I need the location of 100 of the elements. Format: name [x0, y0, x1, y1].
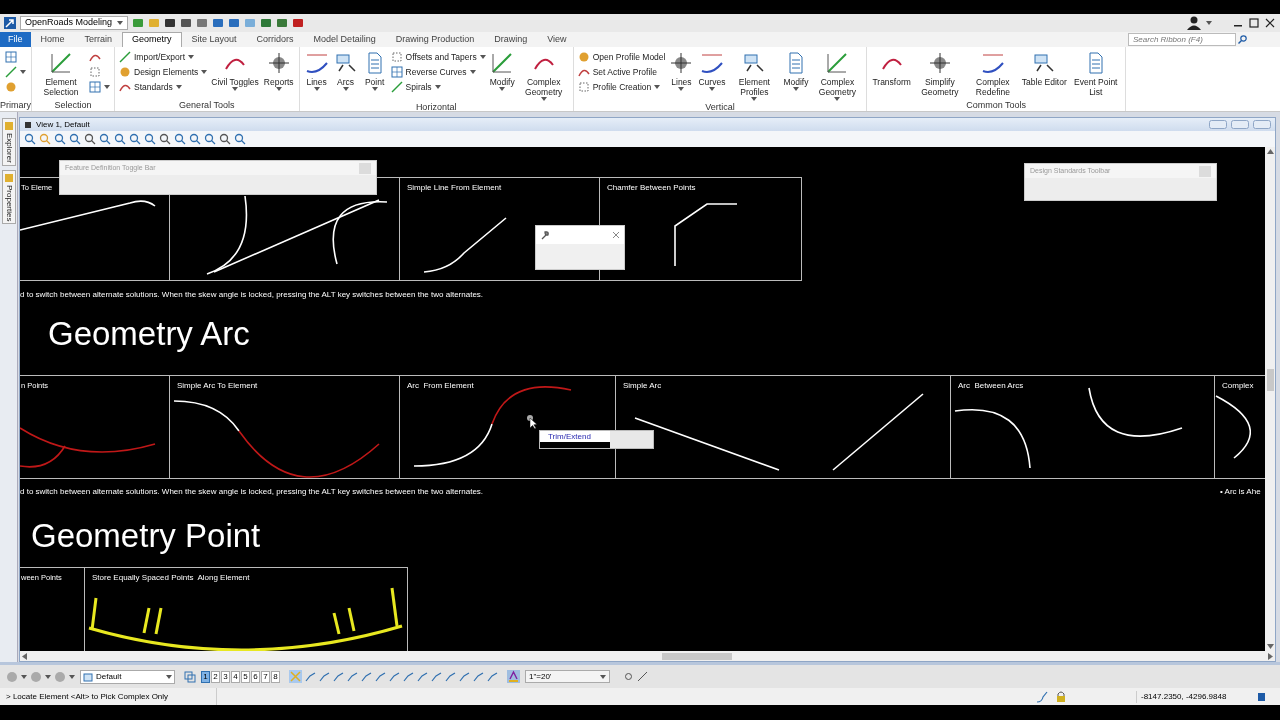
view-number-button[interactable]: 6	[251, 670, 260, 683]
view-menu-icon[interactable]	[24, 120, 32, 129]
tool-button[interactable]: Profile Creation	[577, 81, 666, 93]
view-tool-icon[interactable]	[234, 133, 246, 145]
group-label: Horizontal	[414, 101, 458, 113]
tool-button[interactable]: Complex Redefine	[967, 51, 1018, 97]
view-tool-icon[interactable]	[84, 133, 96, 145]
snap-mode-icon[interactable]	[403, 671, 414, 682]
settings-icon[interactable]	[623, 671, 634, 682]
user-icon[interactable]	[1186, 16, 1202, 30]
view-tool-icon[interactable]	[204, 133, 216, 145]
view-tool-icon[interactable]	[174, 133, 186, 145]
side-panel-tab[interactable]: Properties	[1, 169, 16, 225]
snap-mode-icon[interactable]	[375, 671, 386, 682]
tool-button[interactable]: Set Active Profile	[577, 66, 666, 78]
view-number-button[interactable]: 5	[241, 670, 250, 683]
view-number-button[interactable]: 1	[201, 670, 210, 683]
tool-button[interactable]: Civil Toggles	[210, 51, 260, 91]
toolbar-icon[interactable]	[180, 17, 192, 29]
tool-button[interactable]: Arcs	[332, 51, 359, 91]
snap-mode-icon[interactable]	[347, 671, 358, 682]
tool-button[interactable]: Standards	[119, 81, 208, 93]
tool-button[interactable]: Complex Geometry	[812, 51, 863, 101]
snap-mode-icon[interactable]	[389, 671, 400, 682]
tool-button[interactable]: Modify	[488, 51, 516, 91]
tool-button[interactable]: Modify	[782, 51, 810, 91]
tool-button[interactable]: Element Selection	[36, 51, 86, 97]
views-icon[interactable]	[184, 670, 196, 683]
caret-icon	[117, 21, 123, 25]
view-number-button[interactable]: 2	[211, 670, 220, 683]
snap-mode-icon[interactable]	[445, 671, 456, 682]
scroll-thumb[interactable]	[1266, 369, 1274, 391]
view-tool-icon[interactable]	[99, 133, 111, 145]
tool-button[interactable]: Element Profiles	[729, 51, 780, 101]
view-tool-icon[interactable]	[24, 133, 36, 145]
toolbar-icon[interactable]	[164, 17, 176, 29]
display-style-dropdown[interactable]: Default	[80, 669, 175, 684]
tool-button[interactable]: Transform	[871, 51, 912, 87]
view-number-button[interactable]: 4	[231, 670, 240, 683]
ribbon-tab[interactable]: Geometry	[122, 32, 182, 47]
scale-dropdown[interactable]: 1"=20'	[525, 670, 610, 683]
tool-button[interactable]: Lines	[303, 51, 330, 91]
file-menu[interactable]: File	[0, 32, 31, 47]
view-tool-icon[interactable]	[159, 133, 171, 145]
snap-mode-icon[interactable]	[305, 671, 316, 682]
caret-icon	[469, 70, 476, 74]
view-number-button[interactable]: 7	[261, 670, 270, 683]
tool-button[interactable]: Design Elements	[119, 66, 208, 78]
maximize-icon[interactable]	[1248, 17, 1260, 29]
view-tool-icon[interactable]	[129, 133, 141, 145]
cursor-icon	[527, 415, 537, 429]
view-number-button[interactable]: 3	[221, 670, 230, 683]
scroll-thumb[interactable]	[662, 652, 732, 660]
caret-icon	[434, 85, 441, 89]
tool-button[interactable]: Reports	[262, 51, 295, 91]
search-field[interactable]: Search Ribbon (F4)	[1128, 33, 1236, 46]
toolbar-icon[interactable]	[292, 17, 304, 29]
curve-icon[interactable]	[1036, 690, 1048, 703]
snap-mode-icon[interactable]	[487, 671, 498, 682]
snap-mode-icon[interactable]	[473, 671, 484, 682]
tool-button[interactable]: Event Point List	[1070, 51, 1121, 97]
view-tool-icon[interactable]	[144, 133, 156, 145]
notification-icon[interactable]	[1256, 691, 1266, 702]
tool-button[interactable]: Reverse Curves	[390, 66, 486, 78]
snap-mode-icon[interactable]	[319, 671, 330, 682]
restore-icon[interactable]	[1231, 120, 1249, 129]
tool-button[interactable]: Simplify Geometry	[914, 51, 965, 97]
text-style-icon[interactable]	[507, 670, 520, 683]
snap-mode-icon[interactable]	[459, 671, 470, 682]
tool-button[interactable]: Offsets and Tapers	[390, 51, 486, 63]
close-icon[interactable]	[1264, 17, 1276, 29]
note-text: • Arc is Ahe	[1220, 487, 1261, 496]
lock-icon[interactable]	[1056, 691, 1066, 702]
tool-button[interactable]: Spirals	[390, 81, 486, 93]
tool-button[interactable]: Curves	[697, 51, 727, 91]
snap-mode-icon[interactable]	[431, 671, 442, 682]
tool-button[interactable]	[5, 66, 26, 78]
snap-mode-icon[interactable]	[333, 671, 344, 682]
measure-icon[interactable]	[637, 671, 648, 682]
tool-button[interactable]: Table Editor	[1020, 51, 1068, 87]
tool-button[interactable]: Point	[361, 51, 388, 91]
tool-button[interactable]: Import/Export	[119, 51, 208, 63]
view-tool-icon[interactable]	[219, 133, 231, 145]
view-tool-icon[interactable]	[189, 133, 201, 145]
tool-button[interactable]: Complex Geometry	[518, 51, 569, 101]
vertical-scrollbar[interactable]	[1265, 147, 1275, 651]
view-tool-icon[interactable]	[54, 133, 66, 145]
view-number-button[interactable]: 8	[271, 670, 280, 683]
tool-button[interactable]: Open Profile Model	[577, 51, 666, 63]
tool-button[interactable]	[89, 81, 110, 93]
view-tool-icon[interactable]	[69, 133, 81, 145]
tool-icon	[669, 51, 694, 75]
horizontal-scrollbar[interactable]	[20, 651, 1275, 661]
side-panel-tab[interactable]: Explorer	[1, 118, 16, 166]
caret-icon	[1206, 21, 1212, 25]
snap-mode-icon[interactable]	[361, 671, 372, 682]
snap-mode-icon[interactable]	[417, 671, 428, 682]
view-tool-icon[interactable]	[114, 133, 126, 145]
workflow-dropdown[interactable]: OpenRoads Modeling	[20, 16, 128, 30]
tool-button[interactable]: Lines	[668, 51, 695, 91]
